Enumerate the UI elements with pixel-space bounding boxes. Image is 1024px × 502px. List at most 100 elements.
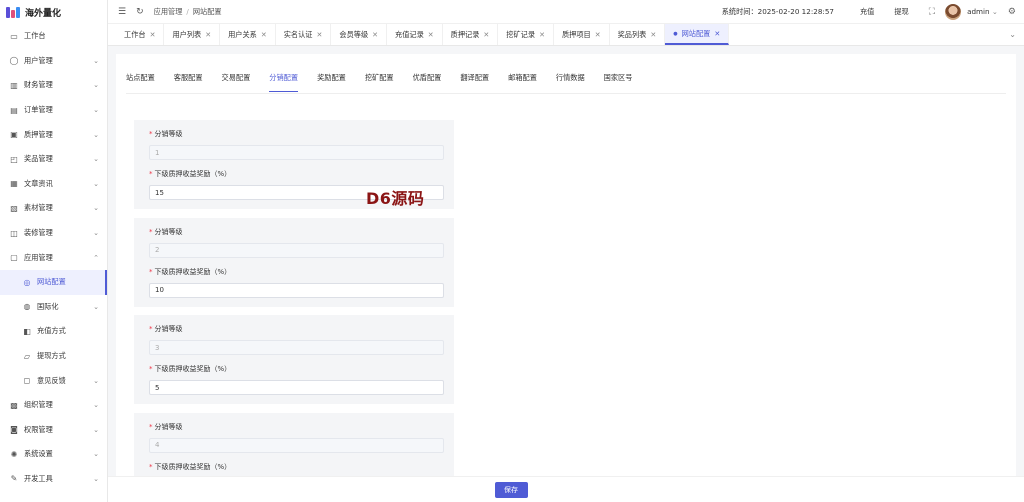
sidebar-item[interactable]: ◧ 充值方式 (0, 319, 107, 344)
level-value: 2 (155, 246, 160, 254)
sidebar-item[interactable]: ▢ 应用管理 ⌃ (0, 245, 107, 270)
close-icon[interactable]: ✕ (150, 31, 156, 39)
fullscreen-icon[interactable]: ⛶ (929, 7, 935, 17)
config-subtab[interactable]: 分销配置 (269, 70, 299, 92)
sidebar-item[interactable]: ▱ 提现方式 (0, 344, 107, 369)
page-tab[interactable]: 充值记录 ✕ (387, 24, 443, 45)
sidebar-item[interactable]: ▭ 工作台 (0, 24, 107, 49)
close-icon[interactable]: ✕ (261, 31, 267, 39)
config-subtab[interactable]: 站点配置 (126, 70, 155, 92)
user-icon: ◯ (9, 56, 19, 66)
close-icon[interactable]: ✕ (372, 31, 378, 39)
sidebar-item[interactable]: ◯ 用户管理 ⌄ (0, 49, 107, 74)
config-subtab[interactable]: 交易配置 (222, 70, 251, 92)
chevron-down-icon[interactable]: ⌄ (1001, 24, 1024, 45)
sidebar-item[interactable]: ◰ 奖品管理 ⌄ (0, 147, 107, 172)
close-icon[interactable]: ✕ (483, 31, 489, 39)
divider (126, 93, 1006, 94)
level-input: 2 (149, 242, 444, 258)
tab-label: 工作台 (124, 29, 146, 39)
withdraw-link[interactable]: 提现 (894, 7, 908, 17)
app-icon: ▢ (10, 253, 18, 263)
user-menu[interactable]: admin ⌄ (967, 7, 998, 16)
close-icon[interactable]: ✕ (428, 31, 434, 39)
config-subtab[interactable]: 优盾配置 (413, 70, 442, 92)
sidebar-item[interactable]: ▣ 质押管理 ⌄ (0, 122, 107, 147)
reward-input[interactable]: 10 (149, 282, 444, 298)
reward-label-text: 下级质押收益奖励（%） (154, 170, 232, 178)
lock-icon: ◙ (10, 425, 18, 435)
reward-label: * 下级质押收益奖励（%） (149, 462, 446, 472)
sidebar-item[interactable]: ◍ 国际化 ⌄ (0, 295, 107, 320)
sidebar-item[interactable]: ▧ 素材管理 ⌄ (0, 196, 107, 221)
level-input: 3 (149, 340, 444, 355)
close-icon[interactable]: ✕ (317, 31, 323, 39)
sidebar-item-label: 装修管理 (24, 228, 53, 238)
sidebar-item[interactable]: ◙ 权限管理 ⌄ (0, 418, 107, 443)
close-icon[interactable]: ✕ (595, 31, 601, 39)
config-subtab[interactable]: 挖矿配置 (365, 70, 394, 92)
sidebar-item-label: 奖品管理 (24, 154, 53, 164)
chevron-icon: ⌄ (93, 302, 99, 311)
config-subtab[interactable]: 客服配置 (174, 70, 203, 92)
save-button[interactable]: 保存 (494, 481, 528, 498)
system-time: 系统时间：2025-02-20 12:28:57 (721, 6, 834, 16)
close-icon[interactable]: ✕ (714, 30, 720, 38)
config-subtab[interactable]: 行情数据 (556, 70, 585, 92)
tab-label: 网站配置 (681, 28, 711, 38)
app-title: 海外量化 (25, 8, 62, 19)
breadcrumb-item[interactable]: 应用管理 (154, 7, 183, 17)
refresh-icon[interactable]: ↻ (136, 7, 144, 17)
page-tab[interactable]: ● 网站配置 ✕ (665, 24, 730, 45)
sidebar-item[interactable]: ✺ 系统设置 ⌄ (0, 442, 107, 467)
page-tab[interactable]: 奖品列表 ✕ (610, 24, 666, 45)
config-subtab[interactable]: 国家区号 (604, 70, 633, 92)
gear-icon[interactable]: ⚙ (1008, 7, 1016, 17)
sidebar-item-label: 质押管理 (24, 129, 53, 139)
gift-icon: ◰ (10, 154, 18, 164)
page-tab[interactable]: 实名认证 ✕ (276, 24, 332, 45)
required-mark: * (149, 462, 153, 471)
sidebar-item[interactable]: ◫ 装修管理 ⌄ (0, 221, 107, 246)
sidebar-item[interactable]: ◻ 意见反馈 ⌄ (0, 368, 107, 393)
page-tab[interactable]: 挖矿记录 ✕ (498, 24, 554, 45)
menu-toggle-icon[interactable]: ☰ (118, 7, 126, 17)
reward-label-text: 下级质押收益奖励（%） (154, 462, 232, 471)
reward-value: 10 (155, 286, 164, 294)
recharge-icon: ◧ (23, 326, 31, 336)
sidebar-item[interactable]: ▤ 订单管理 ⌄ (0, 98, 107, 123)
tab-label: 质押项目 (561, 29, 591, 39)
sidebar-menu: ▭ 工作台 ◯ 用户管理 ⌄ ▥ 财务管理 ⌄ ▤ 订单管理 ⌄ ▣ 质押管理 ⌄ ◰ 奖品管理 ⌄ ▦ 文章资讯 ⌄… (0, 24, 107, 491)
avatar[interactable] (945, 3, 962, 20)
required-mark: * (149, 227, 153, 236)
config-subtab[interactable]: 翻译配置 (460, 70, 489, 92)
config-subtab[interactable]: 邮箱配置 (508, 70, 537, 92)
page-tab[interactable]: 会员等级 ✕ (331, 24, 388, 45)
article-icon: ▦ (10, 179, 18, 189)
chevron-icon: ⌄ (93, 56, 99, 65)
sidebar-item-label: 用户管理 (24, 55, 53, 65)
sidebar-item[interactable]: ▥ 财务管理 ⌄ (0, 73, 107, 98)
tab-label: 充值记录 (395, 29, 424, 39)
page-tab[interactable]: 用户关系 ✕ (220, 24, 276, 45)
reward-input[interactable]: 5 (149, 380, 444, 395)
sidebar-item[interactable]: ✎ 开发工具 ⌄ (0, 467, 107, 492)
sidebar-item[interactable]: ▩ 组织管理 ⌄ (0, 393, 107, 418)
page-tab[interactable]: 工作台 ✕ (116, 24, 165, 45)
close-icon[interactable]: ✕ (205, 31, 211, 39)
sidebar-item[interactable]: ◎ 网站配置 (0, 269, 107, 295)
close-icon[interactable]: ✕ (539, 31, 545, 39)
page-tab[interactable]: 质押记录 ✕ (443, 24, 499, 45)
page-tab[interactable]: 质押项目 ✕ (554, 24, 610, 45)
level-label: * 分销等级 (149, 227, 446, 237)
logo[interactable]: 海外量化 (0, 0, 107, 24)
sidebar-item-label: 充值方式 (37, 326, 66, 336)
page-tab[interactable]: 用户列表 ✕ (164, 24, 221, 45)
close-icon[interactable]: ✕ (650, 31, 656, 39)
recharge-link[interactable]: 充值 (860, 7, 874, 17)
sidebar-item-label: 素材管理 (24, 203, 53, 213)
config-subtab[interactable]: 奖励配置 (317, 70, 346, 92)
level-label: * 分销等级 (149, 324, 446, 334)
sidebar-item[interactable]: ▦ 文章资讯 ⌄ (0, 172, 107, 197)
active-dot-icon: ● (673, 30, 678, 37)
